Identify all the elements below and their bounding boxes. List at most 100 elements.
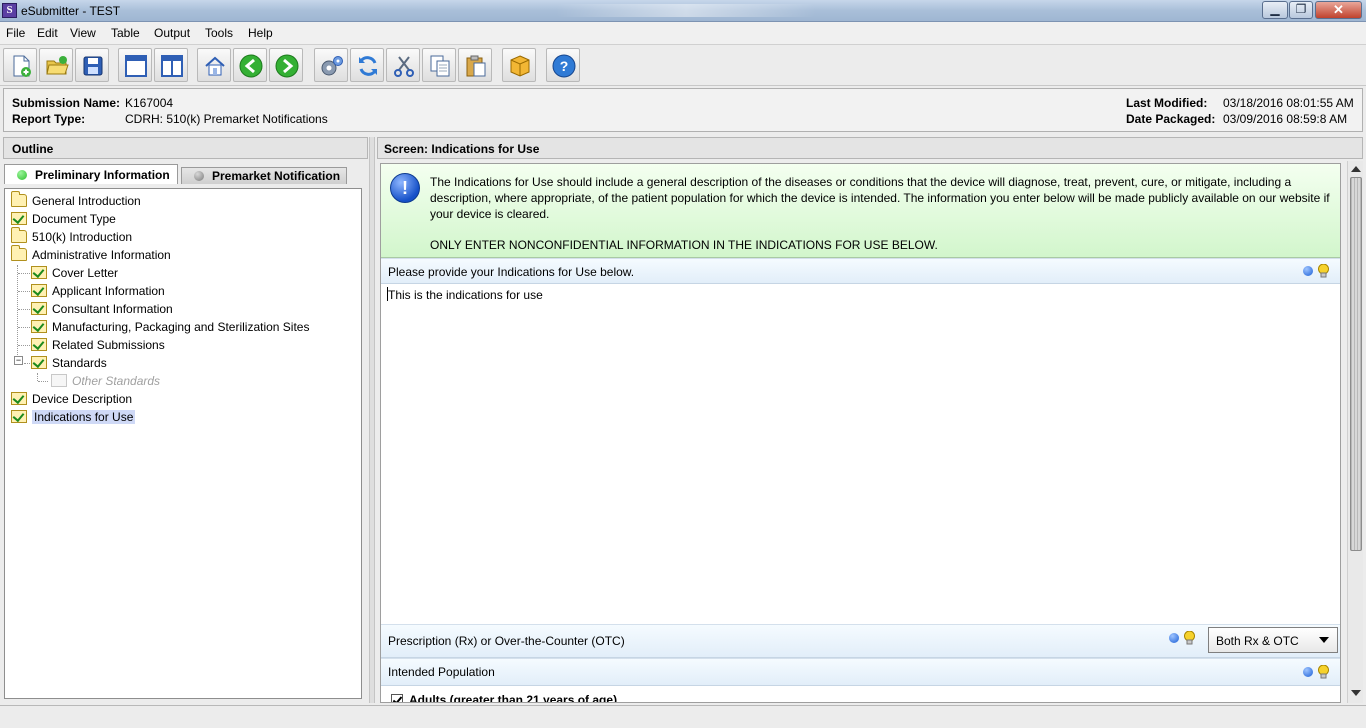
- menu-help[interactable]: Help: [248, 26, 273, 40]
- package-button[interactable]: [502, 48, 536, 82]
- info-dot-icon[interactable]: [1303, 266, 1313, 276]
- menu-tools[interactable]: Tools: [205, 26, 233, 40]
- title-bar: S eSubmitter - TEST ▁ ❐ ✕: [0, 0, 1366, 22]
- save-button[interactable]: [75, 48, 109, 82]
- save-disk-icon: [83, 56, 103, 76]
- copy-icon: [430, 55, 450, 77]
- refresh-icon: [359, 56, 377, 76]
- submission-name-label: Submission Name:: [12, 96, 121, 110]
- help-icon: ?: [552, 54, 576, 78]
- checked-folder-icon: [31, 266, 47, 279]
- notice-text: The Indications for Use should include a…: [430, 175, 1330, 221]
- hint-lightbulb-icon[interactable]: [1318, 264, 1329, 278]
- settings-gears-icon: [321, 56, 343, 76]
- report-type-label: Report Type:: [12, 112, 86, 126]
- status-bar: [0, 705, 1366, 728]
- screen-content: ! The Indications for Use should include…: [380, 163, 1341, 703]
- menu-output[interactable]: Output: [154, 26, 190, 40]
- tab-premarket-notification[interactable]: Premarket Notification: [181, 167, 347, 184]
- svg-text:?: ?: [560, 58, 569, 74]
- split-button[interactable]: [154, 48, 188, 82]
- date-packaged-label: Date Packaged:: [1126, 112, 1216, 126]
- submission-info-panel: Submission Name: K167004 Report Type: CD…: [3, 88, 1363, 132]
- vertical-scrollbar[interactable]: [1347, 161, 1363, 703]
- checked-folder-icon: [11, 392, 27, 405]
- disabled-folder-icon: [51, 374, 67, 387]
- new-document-icon: [13, 55, 31, 77]
- green-status-dot-icon: [17, 170, 27, 180]
- split-panes-icon: [161, 55, 183, 77]
- submission-name-value: K167004: [125, 96, 174, 110]
- menu-file[interactable]: File: [6, 26, 25, 40]
- notice-panel: ! The Indications for Use should include…: [381, 164, 1340, 258]
- notice-warning: ONLY ENTER NONCONFIDENTIAL INFORMATION I…: [430, 238, 938, 252]
- menu-edit[interactable]: Edit: [37, 26, 58, 40]
- date-packaged-value: 03/09/2016 08:59:8 AM: [1223, 112, 1348, 126]
- ifu-prompt-header: Please provide your Indications for Use …: [381, 258, 1340, 284]
- minimize-button[interactable]: ▁: [1262, 1, 1288, 19]
- rx-otc-label: Prescription (Rx) or Over-the-Counter (O…: [388, 634, 625, 648]
- menu-table[interactable]: Table: [111, 26, 140, 40]
- adults-checkbox-label: Adults (greater than 21 years of age): [409, 693, 618, 703]
- app-logo-icon: S: [2, 3, 17, 18]
- ifu-prompt-label: Please provide your Indications for Use …: [388, 265, 635, 279]
- hint-lightbulb-icon[interactable]: [1318, 665, 1329, 679]
- adults-checkbox[interactable]: [391, 694, 403, 702]
- intended-population-label: Intended Population: [388, 665, 495, 679]
- outline-tree[interactable]: − General Introduction Document Type 510…: [4, 188, 362, 699]
- checked-folder-icon: [31, 320, 47, 333]
- blurred-window-title: [556, 4, 816, 17]
- menu-view[interactable]: View: [70, 26, 96, 40]
- checked-folder-icon: [31, 302, 47, 315]
- chevron-down-icon: [1319, 637, 1329, 643]
- intended-population-header: Intended Population: [381, 658, 1340, 686]
- close-window-button[interactable]: ✕: [1315, 1, 1362, 19]
- folder-icon: [11, 245, 27, 261]
- indications-for-use-textarea[interactable]: This is the indications for use: [388, 288, 543, 302]
- cut-button[interactable]: [386, 48, 420, 82]
- tree-connector: [37, 373, 38, 381]
- back-arrow-icon: [239, 54, 263, 78]
- info-dot-icon[interactable]: [1169, 633, 1179, 643]
- settings-button[interactable]: [314, 48, 348, 82]
- checked-folder-icon: [11, 410, 27, 423]
- pane-splitter[interactable]: [369, 137, 375, 703]
- refresh-button[interactable]: [350, 48, 384, 82]
- home-icon: [205, 56, 225, 76]
- rx-otc-header: Prescription (Rx) or Over-the-Counter (O…: [381, 624, 1340, 658]
- rx-otc-selected-value: Both Rx & OTC: [1216, 634, 1299, 648]
- copy-button[interactable]: [422, 48, 456, 82]
- tab-label: Premarket Notification: [212, 169, 341, 183]
- folder-icon: [11, 191, 27, 207]
- adults-checkbox-row[interactable]: Adults (greater than 21 years of age): [391, 693, 618, 703]
- scroll-down-icon[interactable]: [1351, 690, 1361, 696]
- cut-scissors-icon: [394, 56, 414, 77]
- tab-preliminary-information[interactable]: Preliminary Information: [4, 164, 178, 184]
- forward-button[interactable]: [269, 48, 303, 82]
- scroll-up-icon[interactable]: [1351, 166, 1361, 172]
- collapse-toggle-icon[interactable]: −: [14, 356, 23, 365]
- forward-arrow-icon: [275, 54, 299, 78]
- rx-otc-select[interactable]: Both Rx & OTC: [1208, 627, 1338, 653]
- checked-folder-icon: [31, 284, 47, 297]
- restore-button[interactable]: ❐: [1289, 1, 1313, 19]
- home-button[interactable]: [197, 48, 231, 82]
- package-icon: [510, 55, 530, 77]
- paste-button[interactable]: [458, 48, 492, 82]
- scroll-thumb[interactable]: [1350, 177, 1362, 551]
- back-button[interactable]: [233, 48, 267, 82]
- new-button[interactable]: [3, 48, 37, 82]
- info-dot-icon[interactable]: [1303, 667, 1313, 677]
- gray-status-dot-icon: [194, 171, 204, 181]
- help-button[interactable]: ?: [546, 48, 580, 82]
- screen-header: Screen: Indications for Use: [377, 137, 1363, 159]
- cascade-button[interactable]: [118, 48, 152, 82]
- checked-folder-icon: [11, 212, 27, 225]
- tab-label: Preliminary Information: [35, 168, 170, 182]
- open-button[interactable]: [39, 48, 73, 82]
- tree-connector: [17, 265, 18, 357]
- hint-lightbulb-icon[interactable]: [1184, 631, 1195, 645]
- folder-icon: [11, 227, 27, 243]
- cascade-windows-icon: [125, 55, 147, 77]
- open-folder-icon: [46, 56, 69, 75]
